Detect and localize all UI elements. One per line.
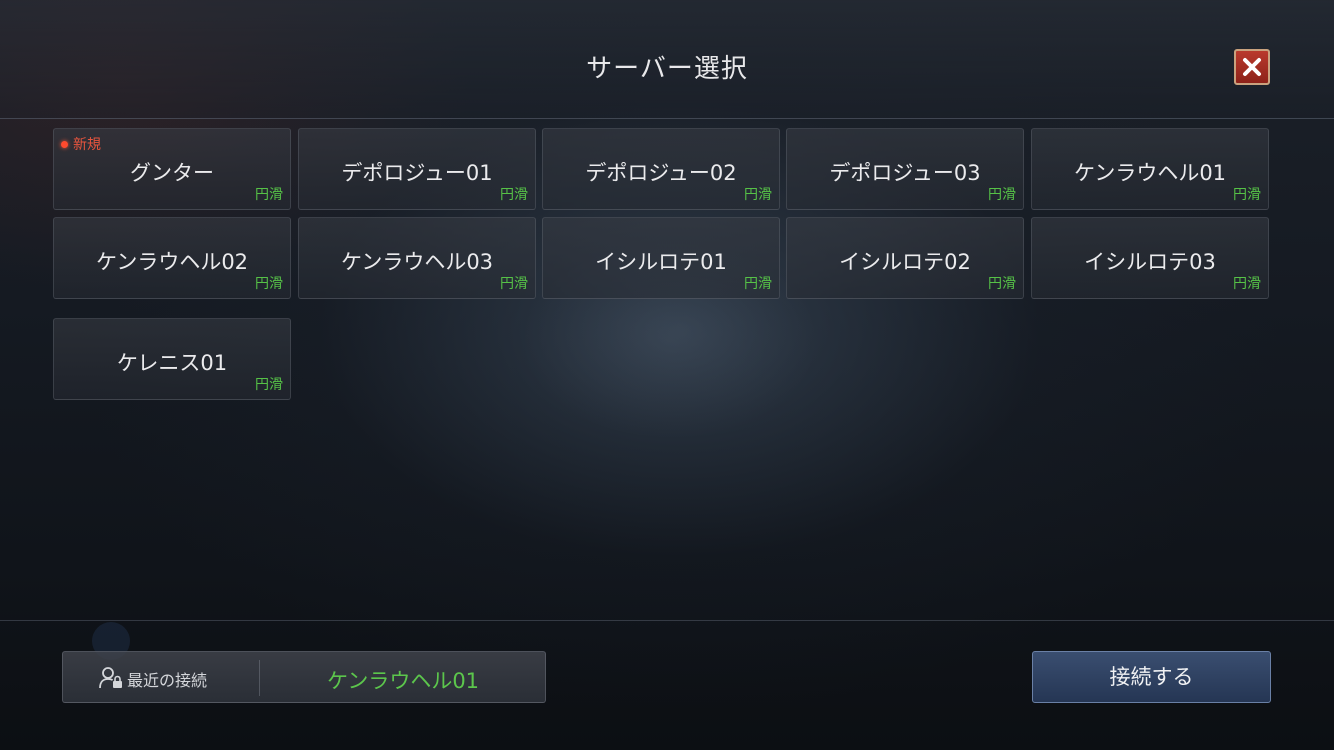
server-status: 円滑 — [500, 187, 528, 203]
page-title: サーバー選択 — [586, 54, 748, 84]
connect-button[interactable]: 接続する — [1032, 651, 1271, 703]
server-status: 円滑 — [255, 276, 283, 292]
bottom-divider — [0, 620, 1334, 621]
recent-connection-panel[interactable]: 最近の接続 ケンラウヘル01 — [62, 651, 546, 703]
server-name: グンター — [130, 161, 214, 185]
server-tile[interactable]: ケレニス01 円滑 — [53, 318, 291, 400]
server-tile[interactable]: デポロジュー01 円滑 — [298, 128, 536, 210]
server-name: ケレニス01 — [116, 351, 228, 375]
user-lock-icon — [99, 667, 122, 689]
server-tile[interactable]: イシルロテ02 円滑 — [786, 217, 1024, 299]
server-tile[interactable]: 新規グンター円滑 — [53, 128, 291, 210]
recent-server-name: ケンラウヘル01 — [326, 669, 480, 693]
server-status: 円滑 — [255, 187, 283, 203]
close-button[interactable] — [1234, 49, 1270, 85]
server-name: ケンラウヘル03 — [340, 250, 494, 274]
server-status: 円滑 — [744, 187, 772, 203]
server-name: ケンラウヘル02 — [95, 250, 249, 274]
server-name: デポロジュー03 — [829, 161, 981, 185]
server-status: 円滑 — [255, 377, 283, 393]
server-tile[interactable]: ケンラウヘル01 円滑 — [1031, 128, 1269, 210]
server-name: イシルロテ03 — [1084, 250, 1216, 274]
server-select-screen: ​ ​ ​ サーバー選択 新規グンター円滑デポロジュー01円滑デポロジュー02円… — [0, 0, 1334, 750]
server-name: ケンラウヘル01 — [1073, 161, 1227, 185]
server-tile[interactable]: イシルロテ01 円滑 — [542, 217, 780, 299]
server-name: デポロジュー02 — [585, 161, 737, 185]
server-tile[interactable]: イシルロテ03 円滑 — [1031, 217, 1269, 299]
server-tile[interactable]: ケンラウヘル03 円滑 — [298, 217, 536, 299]
header-bar: サーバー選択 — [0, 0, 1334, 119]
server-tile[interactable]: ケンラウヘル02 円滑 — [53, 217, 291, 299]
recent-connection-label: 最近の接続 — [127, 671, 208, 690]
server-status: 円滑 — [500, 276, 528, 292]
server-name: イシルロテ01 — [595, 250, 727, 274]
server-status: 円滑 — [1233, 276, 1261, 292]
server-status: 円滑 — [988, 187, 1016, 203]
server-status: 円滑 — [988, 276, 1016, 292]
new-server-badge: 新規 — [61, 134, 101, 154]
server-name: デポロジュー01 — [341, 161, 493, 185]
server-tile[interactable]: デポロジュー03 円滑 — [786, 128, 1024, 210]
server-name: イシルロテ02 — [839, 250, 971, 274]
server-tile[interactable]: デポロジュー02 円滑 — [542, 128, 780, 210]
new-dot-icon — [61, 140, 68, 148]
new-badge-label: 新規 — [73, 137, 101, 153]
close-icon — [1243, 58, 1261, 76]
server-status: 円滑 — [744, 276, 772, 292]
server-status: 円滑 — [1233, 187, 1261, 203]
